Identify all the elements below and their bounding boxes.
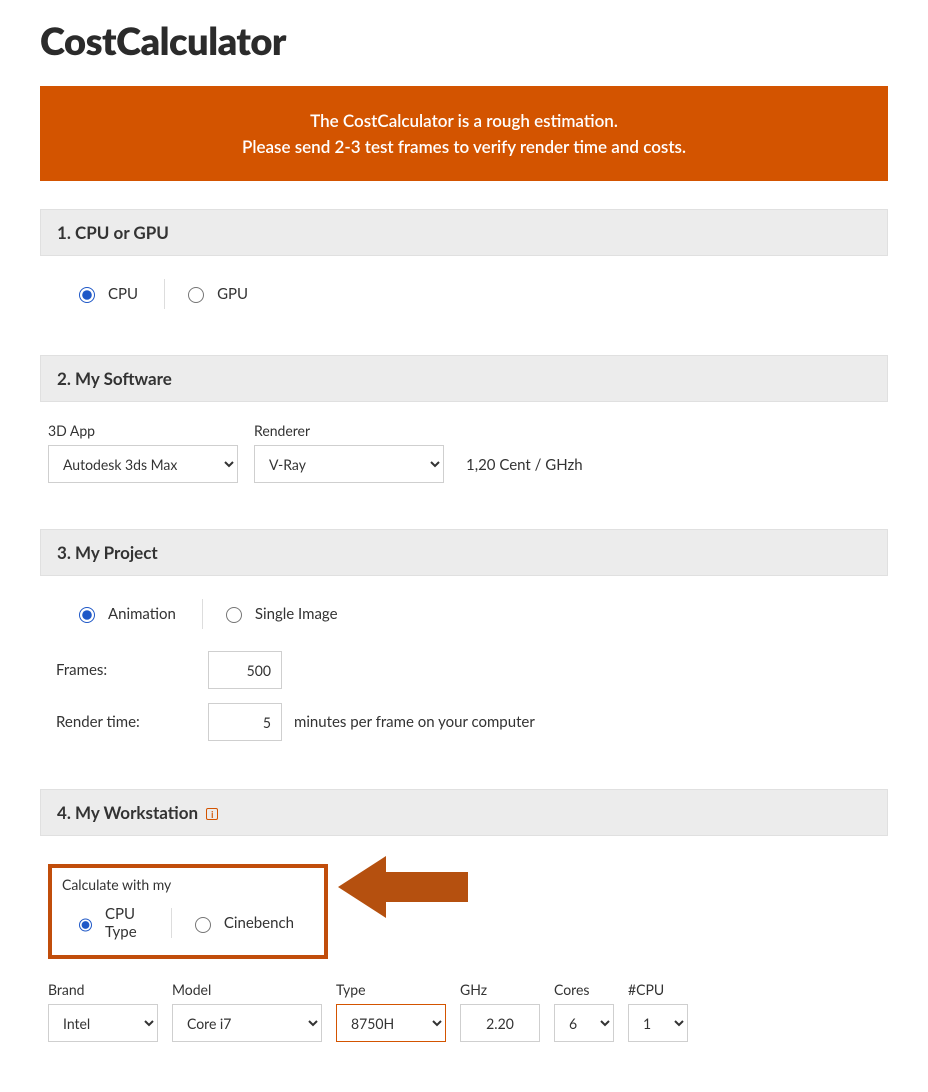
radio-animation-label: Animation xyxy=(108,605,176,623)
highlight-box: Calculate with my CPU Type Cinebench xyxy=(48,864,328,959)
radio-single-image-label: Single Image xyxy=(255,605,338,623)
cores-label: Cores xyxy=(554,981,614,998)
section-3-heading: 3. My Project xyxy=(40,529,888,576)
price-label: 1,20 Cent / GHzh xyxy=(466,456,583,483)
arrow-annotation xyxy=(338,856,468,922)
radio-single-image-input[interactable] xyxy=(226,607,242,623)
radio-cinebench[interactable]: Cinebench xyxy=(172,908,320,939)
ncpu-label: #CPU xyxy=(628,981,688,998)
model-label: Model xyxy=(172,981,322,998)
info-icon[interactable]: i xyxy=(206,808,218,820)
ghz-label: GHz xyxy=(460,981,540,998)
renderer-select[interactable]: V-Ray xyxy=(254,445,444,483)
radio-cinebench-label: Cinebench xyxy=(224,914,294,932)
type-select[interactable]: 8750H xyxy=(336,1004,446,1042)
section-2-heading: 2. My Software xyxy=(40,355,888,402)
radio-gpu-label: GPU xyxy=(217,285,248,303)
radio-animation[interactable]: Animation xyxy=(56,598,202,629)
app-select[interactable]: Autodesk 3ds Max xyxy=(48,445,238,483)
radio-cinebench-input[interactable] xyxy=(195,917,211,933)
app-label: 3D App xyxy=(48,422,238,439)
render-time-suffix: minutes per frame on your computer xyxy=(294,713,535,731)
ncpu-select[interactable]: 1 xyxy=(628,1004,688,1042)
radio-cpu-type-input[interactable] xyxy=(79,917,92,933)
section-4-heading: 4. My Workstation i xyxy=(40,789,888,836)
info-banner-line2: Please send 2-3 test frames to verify re… xyxy=(60,134,868,160)
renderer-label: Renderer xyxy=(254,422,444,439)
type-label: Type xyxy=(336,981,446,998)
radio-cpu-input[interactable] xyxy=(79,287,95,303)
cores-select[interactable]: 6 xyxy=(554,1004,614,1042)
radio-gpu[interactable]: GPU xyxy=(165,278,274,309)
radio-single-image[interactable]: Single Image xyxy=(203,598,364,629)
radio-cpu-label: CPU xyxy=(108,285,138,303)
ghz-input[interactable] xyxy=(460,1004,540,1042)
frames-input[interactable] xyxy=(208,651,282,689)
frames-label: Frames: xyxy=(56,661,196,679)
info-banner-line1: The CostCalculator is a rough estimation… xyxy=(60,108,868,134)
arrow-left-icon xyxy=(338,856,468,918)
render-time-label: Render time: xyxy=(56,713,196,731)
page-title: CostCalculator xyxy=(40,18,888,64)
radio-animation-input[interactable] xyxy=(79,607,95,623)
section-4-heading-text: 4. My Workstation xyxy=(57,802,198,823)
radio-cpu[interactable]: CPU xyxy=(56,278,164,309)
radio-cpu-type[interactable]: CPU Type xyxy=(56,899,171,947)
calculate-with-label: Calculate with my xyxy=(62,876,320,893)
section-1-heading: 1. CPU or GPU xyxy=(40,209,888,256)
model-select[interactable]: Core i7 xyxy=(172,1004,322,1042)
radio-gpu-input[interactable] xyxy=(188,287,204,303)
render-time-input[interactable] xyxy=(208,703,282,741)
brand-select[interactable]: Intel xyxy=(48,1004,158,1042)
brand-label: Brand xyxy=(48,981,158,998)
info-banner: The CostCalculator is a rough estimation… xyxy=(40,86,888,181)
